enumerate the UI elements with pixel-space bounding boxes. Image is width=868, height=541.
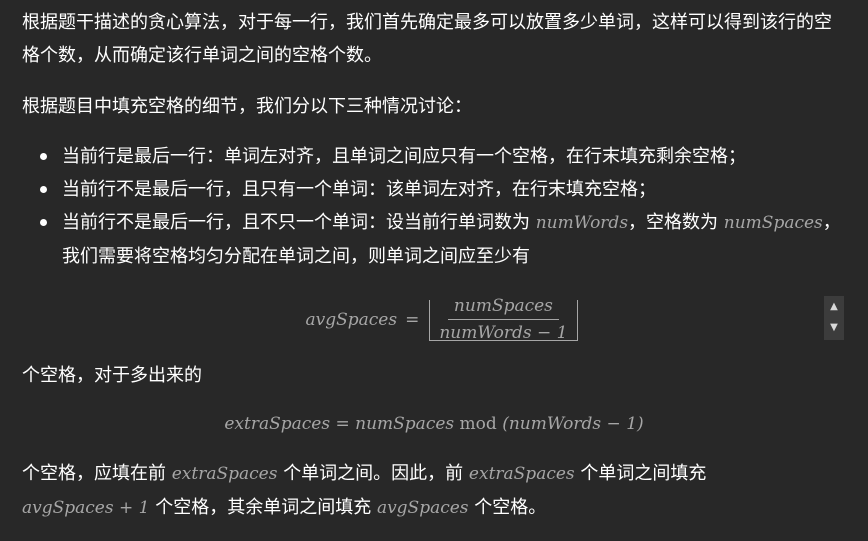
math-num-spaces: numSpaces bbox=[723, 213, 823, 233]
intro-paragraph: 根据题干描述的贪心算法，对于每一行，我们首先确定最多可以放置多少单词，这样可以得… bbox=[22, 6, 844, 72]
conclusion-text: 个空格，其余单词之间填充 bbox=[155, 497, 372, 518]
conclusion-text: 个单词之间。因此，前 bbox=[283, 463, 464, 484]
math-num-words: numWords bbox=[535, 213, 629, 233]
conclusion-text: 个单词之间填充 bbox=[580, 463, 707, 484]
math-num-spaces: numSpaces bbox=[355, 414, 455, 434]
case-text: 当前行是最后一行：单词左对齐，且单词之间应只有一个空格，在行末填充剩余空格； bbox=[62, 146, 746, 167]
avg-spaces-formula: avgSpaces = numSpaces numWords − 1 bbox=[0, 292, 868, 348]
math-extra-spaces: extraSpaces bbox=[171, 464, 278, 484]
triangle-down-icon[interactable]: ▼ bbox=[827, 318, 841, 338]
conclusion-paragraph: 个空格，应填在前 extraSpaces 个单词之间。因此，前 extraSpa… bbox=[22, 457, 844, 525]
case-item-last-line: 当前行是最后一行：单词左对齐，且单词之间应只有一个空格，在行末填充剩余空格； bbox=[22, 140, 844, 173]
math-avg-spaces-plus-one: avgSpaces + 1 bbox=[22, 498, 150, 518]
math-avg-spaces: avgSpaces bbox=[376, 498, 469, 518]
after-formula-label: 个空格，对于多出来的 bbox=[22, 365, 202, 386]
case-text: ，空格数为 bbox=[628, 212, 719, 233]
math-equals: = bbox=[335, 414, 350, 434]
after-formula-text: 个空格，对于多出来的 bbox=[22, 359, 844, 392]
fraction-numerator: numSpaces bbox=[447, 294, 559, 320]
floor-bracket: numSpaces numWords − 1 bbox=[429, 296, 578, 343]
case-text: 当前行不是最后一行，且只有一个单词：该单词左对齐，在行末填充空格； bbox=[62, 179, 656, 200]
math-num-words-minus-one: (numWords − 1) bbox=[502, 414, 644, 434]
case-item-single-word: 当前行不是最后一行，且只有一个单词：该单词左对齐，在行末填充空格； bbox=[22, 173, 844, 206]
cases-intro-text: 根据题目中填充空格的细节，我们分以下三种情况讨论： bbox=[22, 96, 472, 117]
bullet-icon bbox=[40, 153, 47, 160]
cases-intro: 根据题目中填充空格的细节，我们分以下三种情况讨论： bbox=[22, 90, 844, 123]
math-extra-spaces: extraSpaces bbox=[224, 414, 331, 434]
fraction-denominator: numWords − 1 bbox=[439, 323, 568, 343]
conclusion-text: 个空格。 bbox=[474, 497, 547, 518]
math-mod-operator: mod bbox=[459, 414, 497, 434]
case-list: 当前行是最后一行：单词左对齐，且单词之间应只有一个空格，在行末填充剩余空格； 当… bbox=[22, 140, 844, 273]
math-equals: = bbox=[405, 309, 420, 330]
bullet-icon bbox=[40, 186, 47, 193]
case-item-multiple-words: 当前行不是最后一行，且不只一个单词：设当前行单词数为 numWords，空格数为… bbox=[22, 206, 844, 273]
math-avg-spaces: avgSpaces bbox=[305, 309, 398, 330]
math-extra-spaces: extraSpaces bbox=[468, 464, 575, 484]
extra-spaces-formula: extraSpaces = numSpaces mod (numWords − … bbox=[0, 408, 868, 441]
formula-scrollbar[interactable]: ▲ ▼ bbox=[824, 296, 844, 340]
case-text: 当前行不是最后一行，且不只一个单词：设当前行单词数为 bbox=[62, 212, 530, 233]
fraction: numSpaces numWords − 1 bbox=[433, 294, 573, 345]
intro-text: 根据题干描述的贪心算法，对于每一行，我们首先确定最多可以放置多少单词，这样可以得… bbox=[22, 12, 832, 66]
triangle-up-icon[interactable]: ▲ bbox=[827, 297, 841, 317]
conclusion-text: 个空格，应填在前 bbox=[22, 463, 166, 484]
bullet-icon bbox=[40, 219, 47, 226]
